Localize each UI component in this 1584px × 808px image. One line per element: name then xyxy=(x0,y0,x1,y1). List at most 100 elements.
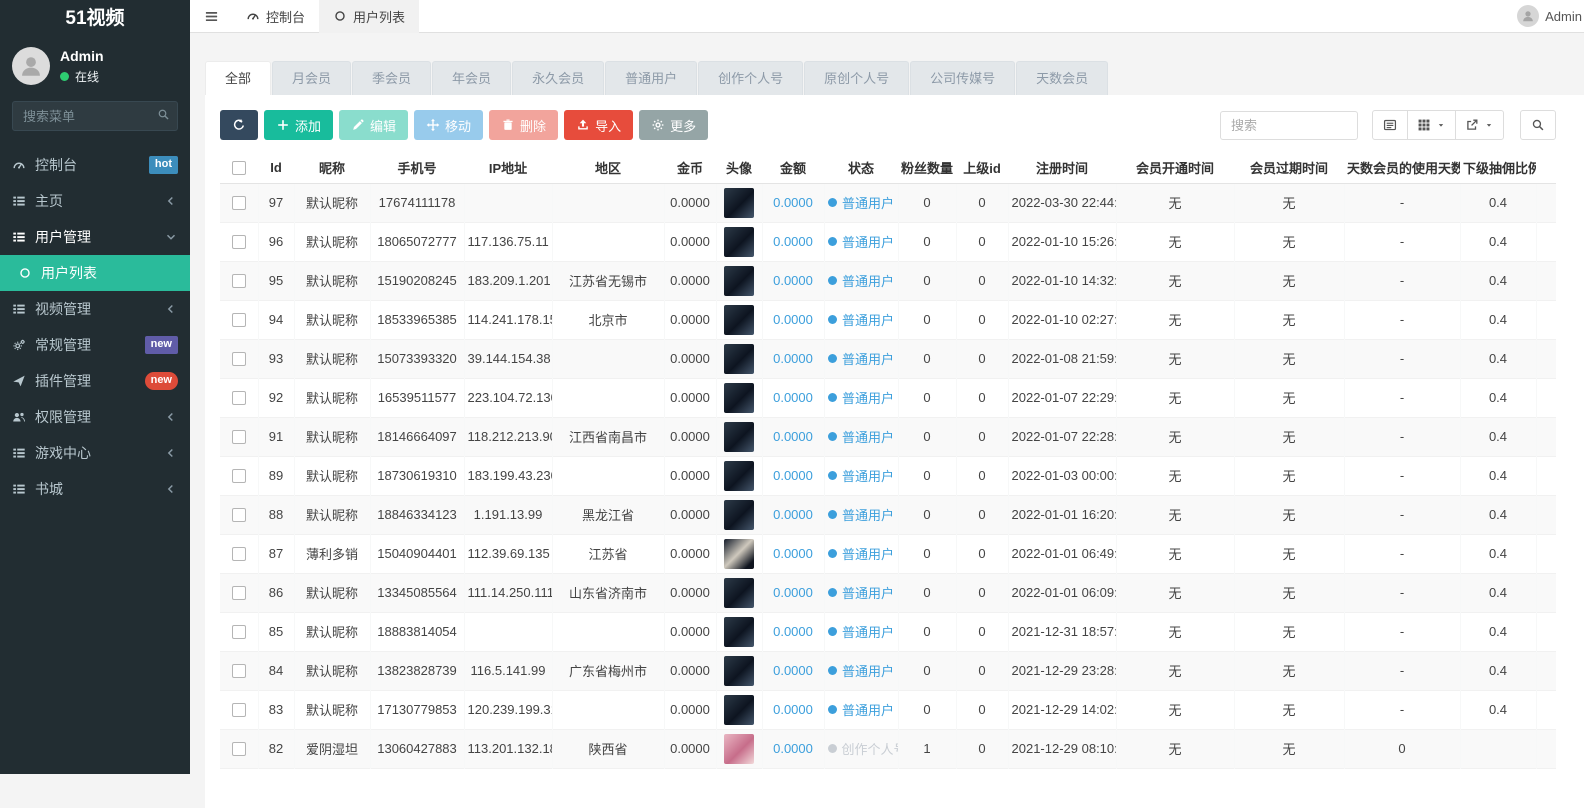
table-row[interactable]: 97默认昵称176741111780.00000.0000普通用户002022-… xyxy=(220,183,1556,222)
amount-link[interactable]: 0.0000 xyxy=(773,312,813,327)
table-row[interactable]: 91默认昵称18146664097118.212.213.90江西省南昌市0.0… xyxy=(220,417,1556,456)
add-button[interactable]: 添加 xyxy=(264,110,333,140)
amount-link[interactable]: 0.0000 xyxy=(773,351,813,366)
sidebar-item-视频管理[interactable]: 视频管理 xyxy=(0,291,190,327)
amount-link[interactable]: 0.0000 xyxy=(773,663,813,678)
amount-link[interactable]: 0.0000 xyxy=(773,741,813,756)
amount-link[interactable]: 0.0000 xyxy=(773,546,813,561)
user-avatar-thumb[interactable] xyxy=(724,695,754,725)
table-row[interactable]: 82爱阴湿坦13060427883113.201.132.182陕西省0.000… xyxy=(220,729,1556,768)
topbar-tab-控制台[interactable]: 控制台 xyxy=(232,0,319,33)
topbar-user[interactable]: Admin xyxy=(1517,5,1584,27)
columns-button[interactable] xyxy=(1407,110,1456,140)
amount-link[interactable]: 0.0000 xyxy=(773,273,813,288)
select-all-header[interactable] xyxy=(220,152,258,183)
sidebar-item-书城[interactable]: 书城 xyxy=(0,471,190,507)
row-checkbox[interactable] xyxy=(232,352,246,366)
row-checkbox[interactable] xyxy=(232,664,246,678)
user-avatar-thumb[interactable] xyxy=(724,227,754,257)
table-row[interactable]: 93默认昵称1507339332039.144.154.380.00000.00… xyxy=(220,339,1556,378)
filter-tab-原创个人号[interactable]: 原创个人号 xyxy=(804,61,909,95)
user-avatar-thumb[interactable] xyxy=(724,578,754,608)
amount-link[interactable]: 0.0000 xyxy=(773,429,813,444)
row-checkbox[interactable] xyxy=(232,235,246,249)
row-checkbox[interactable] xyxy=(232,391,246,405)
column-header-vip_start[interactable]: 会员开通时间 xyxy=(1116,152,1234,183)
user-avatar-thumb[interactable] xyxy=(724,734,754,764)
edit-button[interactable]: 编辑 xyxy=(339,110,408,140)
sidebar-item-游戏中心[interactable]: 游戏中心 xyxy=(0,435,190,471)
column-header-id[interactable]: Id xyxy=(258,152,294,183)
row-checkbox[interactable] xyxy=(232,625,246,639)
sidebar-item-常规管理[interactable]: 常规管理new xyxy=(0,327,190,363)
search-icon[interactable] xyxy=(157,108,170,121)
user-avatar-thumb[interactable] xyxy=(724,656,754,686)
row-checkbox[interactable] xyxy=(232,703,246,717)
table-row[interactable]: 83默认昵称17130779853120.239.199.310.00000.0… xyxy=(220,690,1556,729)
more-button[interactable]: 更多 xyxy=(639,110,708,140)
column-header-days[interactable]: 天数会员的使用天数 xyxy=(1344,152,1460,183)
user-avatar-thumb[interactable] xyxy=(724,422,754,452)
topbar-tab-用户列表[interactable]: 用户列表 xyxy=(319,0,419,33)
column-header-parent[interactable]: 上级id xyxy=(956,152,1008,183)
amount-link[interactable]: 0.0000 xyxy=(773,507,813,522)
amount-link[interactable]: 0.0000 xyxy=(773,624,813,639)
user-avatar-thumb[interactable] xyxy=(724,305,754,335)
table-row[interactable]: 89默认昵称18730619310183.199.43.2300.00000.0… xyxy=(220,456,1556,495)
row-checkbox[interactable] xyxy=(232,586,246,600)
column-header-region[interactable]: 地区 xyxy=(552,152,664,183)
table-row[interactable]: 84默认昵称13823828739116.5.141.99广东省梅州市0.000… xyxy=(220,651,1556,690)
table-search-input[interactable] xyxy=(1220,111,1358,140)
filter-tab-普通用户[interactable]: 普通用户 xyxy=(605,61,697,95)
amount-link[interactable]: 0.0000 xyxy=(773,195,813,210)
user-avatar-thumb[interactable] xyxy=(724,344,754,374)
view-list-button[interactable] xyxy=(1372,110,1408,140)
table-row[interactable]: 96默认昵称18065072777117.136.75.110.00000.00… xyxy=(220,222,1556,261)
amount-link[interactable]: 0.0000 xyxy=(773,702,813,717)
row-checkbox[interactable] xyxy=(232,547,246,561)
export-button[interactable] xyxy=(1455,110,1504,140)
delete-button[interactable]: 删除 xyxy=(489,110,558,140)
sidebar-item-控制台[interactable]: 控制台hot xyxy=(0,147,190,183)
row-checkbox[interactable] xyxy=(232,430,246,444)
filter-tab-天数会员[interactable]: 天数会员 xyxy=(1016,61,1108,95)
table-row[interactable]: 88默认昵称188463341231.191.13.99黑龙江省0.00000.… xyxy=(220,495,1556,534)
sidebar-item-插件管理[interactable]: 插件管理new xyxy=(0,363,190,399)
sidebar-search-input[interactable] xyxy=(12,101,178,131)
filter-tab-年会员[interactable]: 年会员 xyxy=(432,61,511,95)
select-all-checkbox[interactable] xyxy=(232,161,246,175)
table-row[interactable]: 94默认昵称18533965385114.241.178.151北京市0.000… xyxy=(220,300,1556,339)
column-header-coins[interactable]: 金币 xyxy=(664,152,716,183)
user-avatar-thumb[interactable] xyxy=(724,617,754,647)
user-avatar-thumb[interactable] xyxy=(724,383,754,413)
column-header-reg[interactable]: 注册时间 xyxy=(1008,152,1116,183)
row-checkbox[interactable] xyxy=(232,313,246,327)
table-row[interactable]: 86默认昵称13345085564111.14.250.111山东省济南市0.0… xyxy=(220,573,1556,612)
user-avatar-thumb[interactable] xyxy=(724,188,754,218)
column-header-nickname[interactable]: 昵称 xyxy=(294,152,370,183)
user-avatar-thumb[interactable] xyxy=(724,461,754,491)
move-button[interactable]: 移动 xyxy=(414,110,483,140)
row-checkbox[interactable] xyxy=(232,274,246,288)
table-row[interactable]: 85默认昵称188838140540.00000.0000普通用户002021-… xyxy=(220,612,1556,651)
user-avatar-thumb[interactable] xyxy=(724,266,754,296)
table-row[interactable]: 92默认昵称16539511577223.104.72.1300.00000.0… xyxy=(220,378,1556,417)
column-header-fans[interactable]: 粉丝数量 xyxy=(898,152,956,183)
column-header-ratio[interactable]: 下级抽佣比例 xyxy=(1460,152,1536,183)
row-checkbox[interactable] xyxy=(232,508,246,522)
amount-link[interactable]: 0.0000 xyxy=(773,390,813,405)
search-button[interactable] xyxy=(1520,110,1556,140)
filter-tab-全部[interactable]: 全部 xyxy=(205,61,271,95)
column-header-amount[interactable]: 金额 xyxy=(762,152,824,183)
import-button[interactable]: 导入 xyxy=(564,110,633,140)
filter-tab-季会员[interactable]: 季会员 xyxy=(352,61,431,95)
sidebar-item-用户列表[interactable]: 用户列表 xyxy=(0,255,190,291)
row-checkbox[interactable] xyxy=(232,742,246,756)
refresh-button[interactable] xyxy=(220,110,258,140)
column-header-vip_end[interactable]: 会员过期时间 xyxy=(1234,152,1344,183)
column-header-avatar[interactable]: 头像 xyxy=(716,152,762,183)
column-header-status[interactable]: 状态 xyxy=(824,152,898,183)
filter-tab-创作个人号[interactable]: 创作个人号 xyxy=(698,61,803,95)
amount-link[interactable]: 0.0000 xyxy=(773,585,813,600)
sidebar-item-权限管理[interactable]: 权限管理 xyxy=(0,399,190,435)
